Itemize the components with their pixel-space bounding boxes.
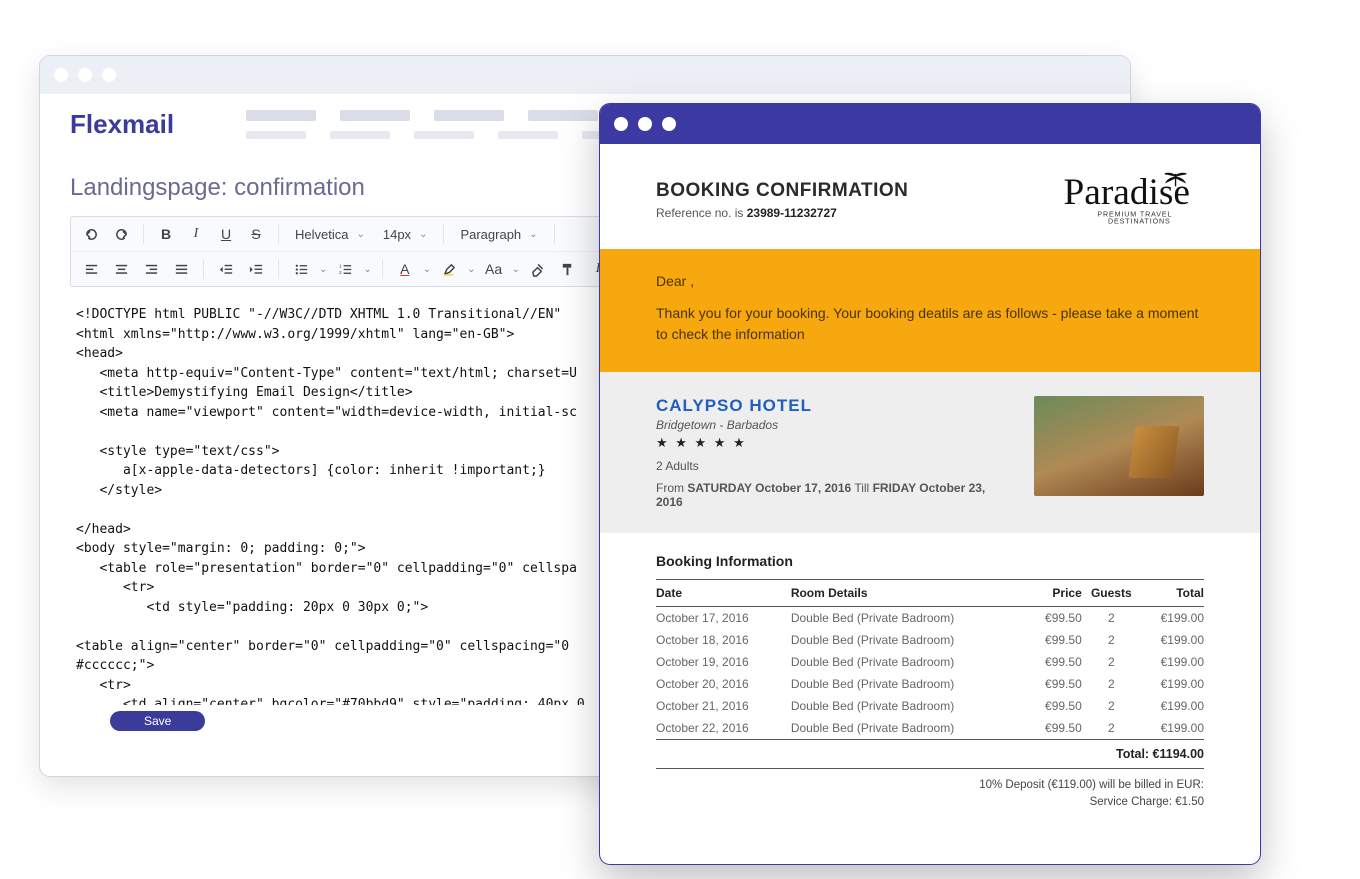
preview-header: BOOKING CONFIRMATION Reference no. is 23… [600, 144, 1260, 249]
window-dot-icon [662, 117, 676, 131]
grand-total: Total: €1194.00 [656, 739, 1204, 769]
paradise-logo: Paradise PREMIUM TRAVEL DESTINATIONS [1044, 166, 1204, 233]
table-row: October 17, 2016Double Bed (Private Badr… [656, 606, 1204, 629]
align-center-button[interactable] [109, 257, 133, 281]
strike-button[interactable]: S [244, 222, 268, 246]
hotel-image [1034, 396, 1204, 496]
editor-titlebar [40, 56, 1130, 94]
underline-button[interactable]: U [214, 222, 238, 246]
case-button[interactable]: Aa [482, 257, 506, 281]
window-dot-icon [102, 68, 116, 82]
booking-heading: Booking Information [656, 553, 1204, 569]
svg-text:1: 1 [339, 263, 342, 268]
greeting: Dear , [656, 271, 1204, 291]
col-total: Total [1141, 579, 1204, 606]
booking-footer: 10% Deposit (€119.00) will be billed in … [656, 777, 1204, 812]
svg-text:2: 2 [339, 270, 342, 275]
table-row: October 21, 2016Double Bed (Private Badr… [656, 695, 1204, 717]
hotel-dates: From SATURDAY October 17, 2016 Till FRID… [656, 481, 1014, 509]
hotel-location: Bridgetown - Barbados [656, 418, 1014, 432]
highlight-button[interactable] [437, 257, 461, 281]
table-row: October 19, 2016Double Bed (Private Badr… [656, 651, 1204, 673]
italic-button[interactable]: I [184, 222, 208, 246]
outdent-button[interactable] [214, 257, 238, 281]
window-dot-icon [638, 117, 652, 131]
booking-info: Booking Information Date Room Details Pr… [600, 533, 1260, 840]
brand-logo: Flexmail [70, 109, 174, 140]
save-button[interactable]: Save [110, 711, 205, 731]
hotel-guests: 2 Adults [656, 459, 1014, 473]
format-select[interactable]: Paragraph⌄ [454, 222, 543, 246]
preview-window: BOOKING CONFIRMATION Reference no. is 23… [600, 104, 1260, 864]
booking-table: Date Room Details Price Guests Total Oct… [656, 579, 1204, 739]
preview-intro: Dear , Thank you for your booking. Your … [600, 249, 1260, 372]
undo-button[interactable] [79, 222, 103, 246]
table-row: October 18, 2016Double Bed (Private Badr… [656, 629, 1204, 651]
hotel-stars: ★ ★ ★ ★ ★ [656, 435, 1014, 451]
window-dot-icon [54, 68, 68, 82]
preview-titlebar [600, 104, 1260, 144]
clear-button[interactable] [526, 257, 550, 281]
bullet-list-button[interactable] [289, 257, 313, 281]
indent-button[interactable] [244, 257, 268, 281]
number-list-button[interactable]: 12 [333, 257, 357, 281]
bold-button[interactable]: B [154, 222, 178, 246]
intro-text: Thank you for your booking. Your booking… [656, 303, 1204, 344]
col-date: Date [656, 579, 791, 606]
hotel-name: CALYPSO HOTEL [656, 396, 1014, 416]
svg-text:DESTINATIONS: DESTINATIONS [1108, 218, 1171, 226]
col-room: Room Details [791, 579, 1029, 606]
table-row: October 22, 2016Double Bed (Private Badr… [656, 717, 1204, 739]
size-select[interactable]: 14px⌄ [377, 222, 434, 246]
align-justify-button[interactable] [169, 257, 193, 281]
col-price: Price [1028, 579, 1081, 606]
font-select[interactable]: Helvetica⌄ [289, 222, 371, 246]
text-color-button[interactable]: A [393, 257, 417, 281]
booking-ref: Reference no. is 23989-11232727 [656, 206, 908, 220]
format-paint-button[interactable] [556, 257, 580, 281]
align-left-button[interactable] [79, 257, 103, 281]
redo-button[interactable] [109, 222, 133, 246]
table-row: October 20, 2016Double Bed (Private Badr… [656, 673, 1204, 695]
hotel-block: CALYPSO HOTEL Bridgetown - Barbados ★ ★ … [600, 372, 1260, 533]
window-dot-icon [78, 68, 92, 82]
booking-title: BOOKING CONFIRMATION [656, 180, 908, 202]
window-dot-icon [614, 117, 628, 131]
align-right-button[interactable] [139, 257, 163, 281]
col-guests: Guests [1082, 579, 1141, 606]
